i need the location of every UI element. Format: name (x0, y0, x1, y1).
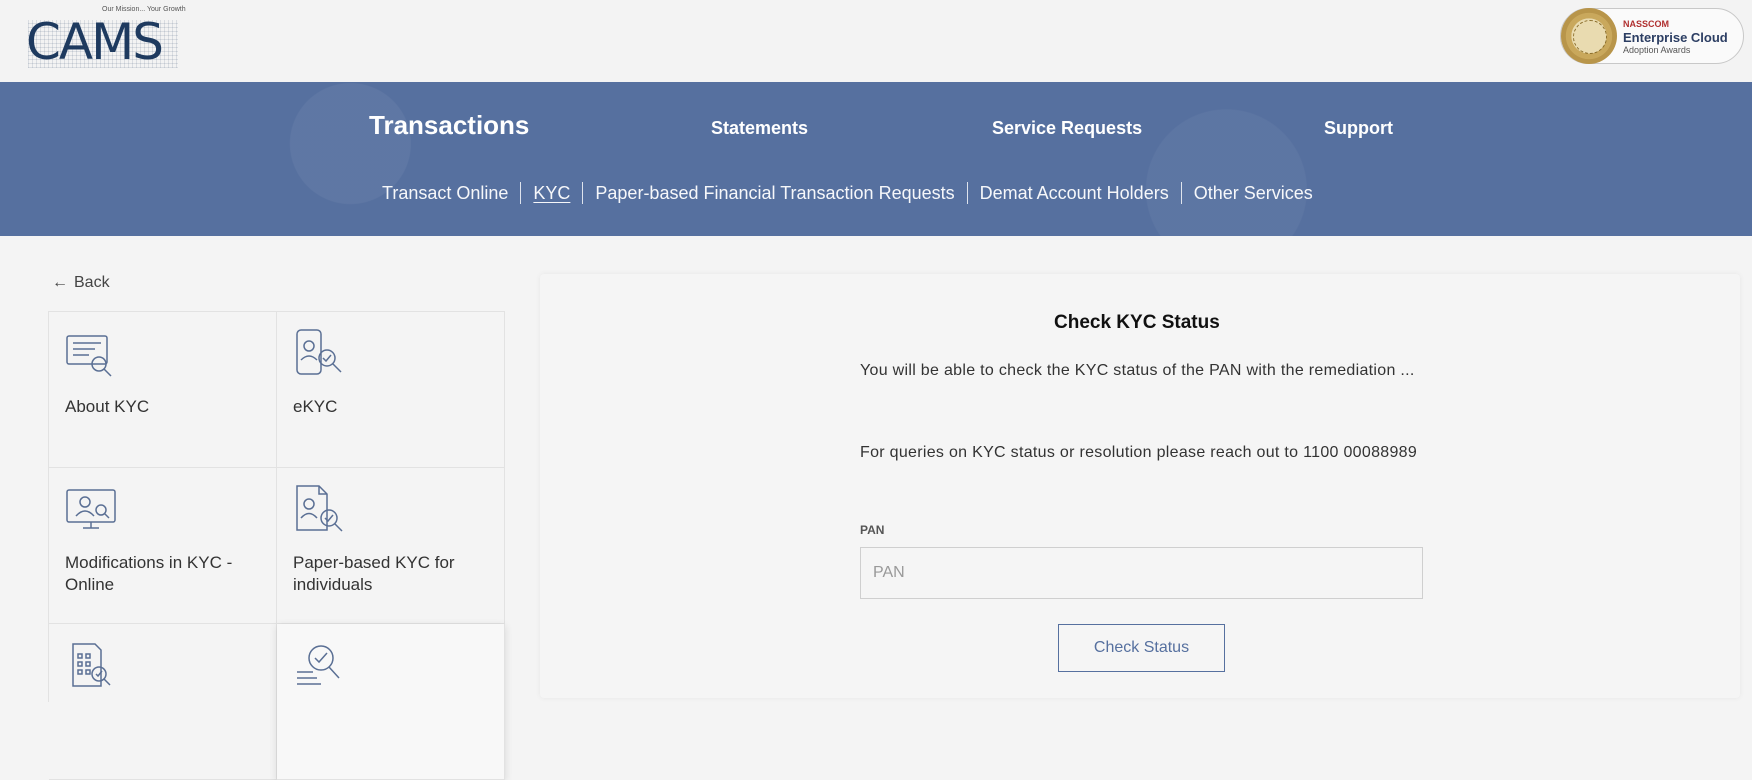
nav-item-statements[interactable]: Statements (711, 118, 808, 139)
monitor-user-icon (66, 489, 116, 529)
arrow-left-icon: ← (52, 274, 68, 291)
tile-label: About KYC (65, 397, 150, 416)
award-brand: NASSCOM (1623, 19, 1670, 29)
main-navigation: Transactions Statements Service Requests… (0, 82, 1752, 236)
pan-input[interactable] (860, 547, 1423, 599)
logo-wordmark: CAMS (26, 13, 164, 71)
card-description: You will be able to check the KYC status… (860, 362, 1415, 379)
kyc-tile-grid: About KYC eKYC Modifications in KYC - On… (48, 311, 505, 780)
top-header: Our Mission... Your Growth CAMS NASSCOM … (0, 0, 1752, 82)
nasscom-award-badge: NASSCOM Enterprise Cloud Adoption Awards (1560, 8, 1744, 64)
tile-label: Paper-based KYC for individuals (293, 553, 455, 594)
subnav-kyc[interactable]: KYC (520, 182, 582, 204)
subnav-demat-account-holders[interactable]: Demat Account Holders (966, 182, 1181, 204)
award-seal-icon (1561, 8, 1617, 64)
check-status-icon (297, 645, 340, 685)
mobile-verify-icon (296, 329, 342, 375)
subnav-other-services[interactable]: Other Services (1180, 182, 1325, 204)
sub-menu: Transact Online KYC Paper-based Financia… (382, 182, 1325, 204)
card-queries-text: For queries on KYC status or resolution … (860, 444, 1418, 461)
cams-logo[interactable]: Our Mission... Your Growth CAMS (26, 6, 186, 71)
tile-label: eKYC (293, 397, 338, 416)
award-title: Enterprise Cloud (1623, 30, 1728, 45)
pan-field-label: PAN (860, 523, 885, 537)
tile-label: Modifications in KYC - Online (65, 553, 233, 594)
nav-item-service-requests[interactable]: Service Requests (992, 118, 1142, 139)
tile-modifications-online[interactable]: Modifications in KYC - Online (49, 468, 277, 624)
tile-check-kyc-status[interactable] (277, 624, 505, 780)
check-kyc-status-card: Check KYC Status You will be able to che… (540, 274, 1740, 698)
document-user-icon (296, 485, 343, 532)
certificate-search-icon (66, 335, 112, 377)
check-status-button[interactable]: Check Status (1058, 624, 1225, 672)
tile-ekyc[interactable]: eKYC (277, 312, 505, 468)
nav-item-support[interactable]: Support (1324, 118, 1393, 139)
tile-about-kyc[interactable]: About KYC (49, 312, 277, 468)
tile-non-individual-kyc[interactable] (49, 624, 277, 780)
back-link[interactable]: ← Back (52, 274, 110, 292)
card-title: Check KYC Status (1054, 312, 1220, 333)
building-verify-icon (72, 643, 111, 687)
award-subtitle: Adoption Awards (1623, 45, 1691, 55)
tile-paper-based-kyc[interactable]: Paper-based KYC for individuals (277, 468, 505, 624)
nav-item-transactions[interactable]: Transactions (369, 110, 529, 141)
logo-tagline: Our Mission... Your Growth (102, 6, 186, 13)
back-label: Back (74, 274, 110, 291)
subnav-transact-online[interactable]: Transact Online (382, 182, 520, 204)
subnav-paper-based-requests[interactable]: Paper-based Financial Transaction Reques… (582, 182, 966, 204)
